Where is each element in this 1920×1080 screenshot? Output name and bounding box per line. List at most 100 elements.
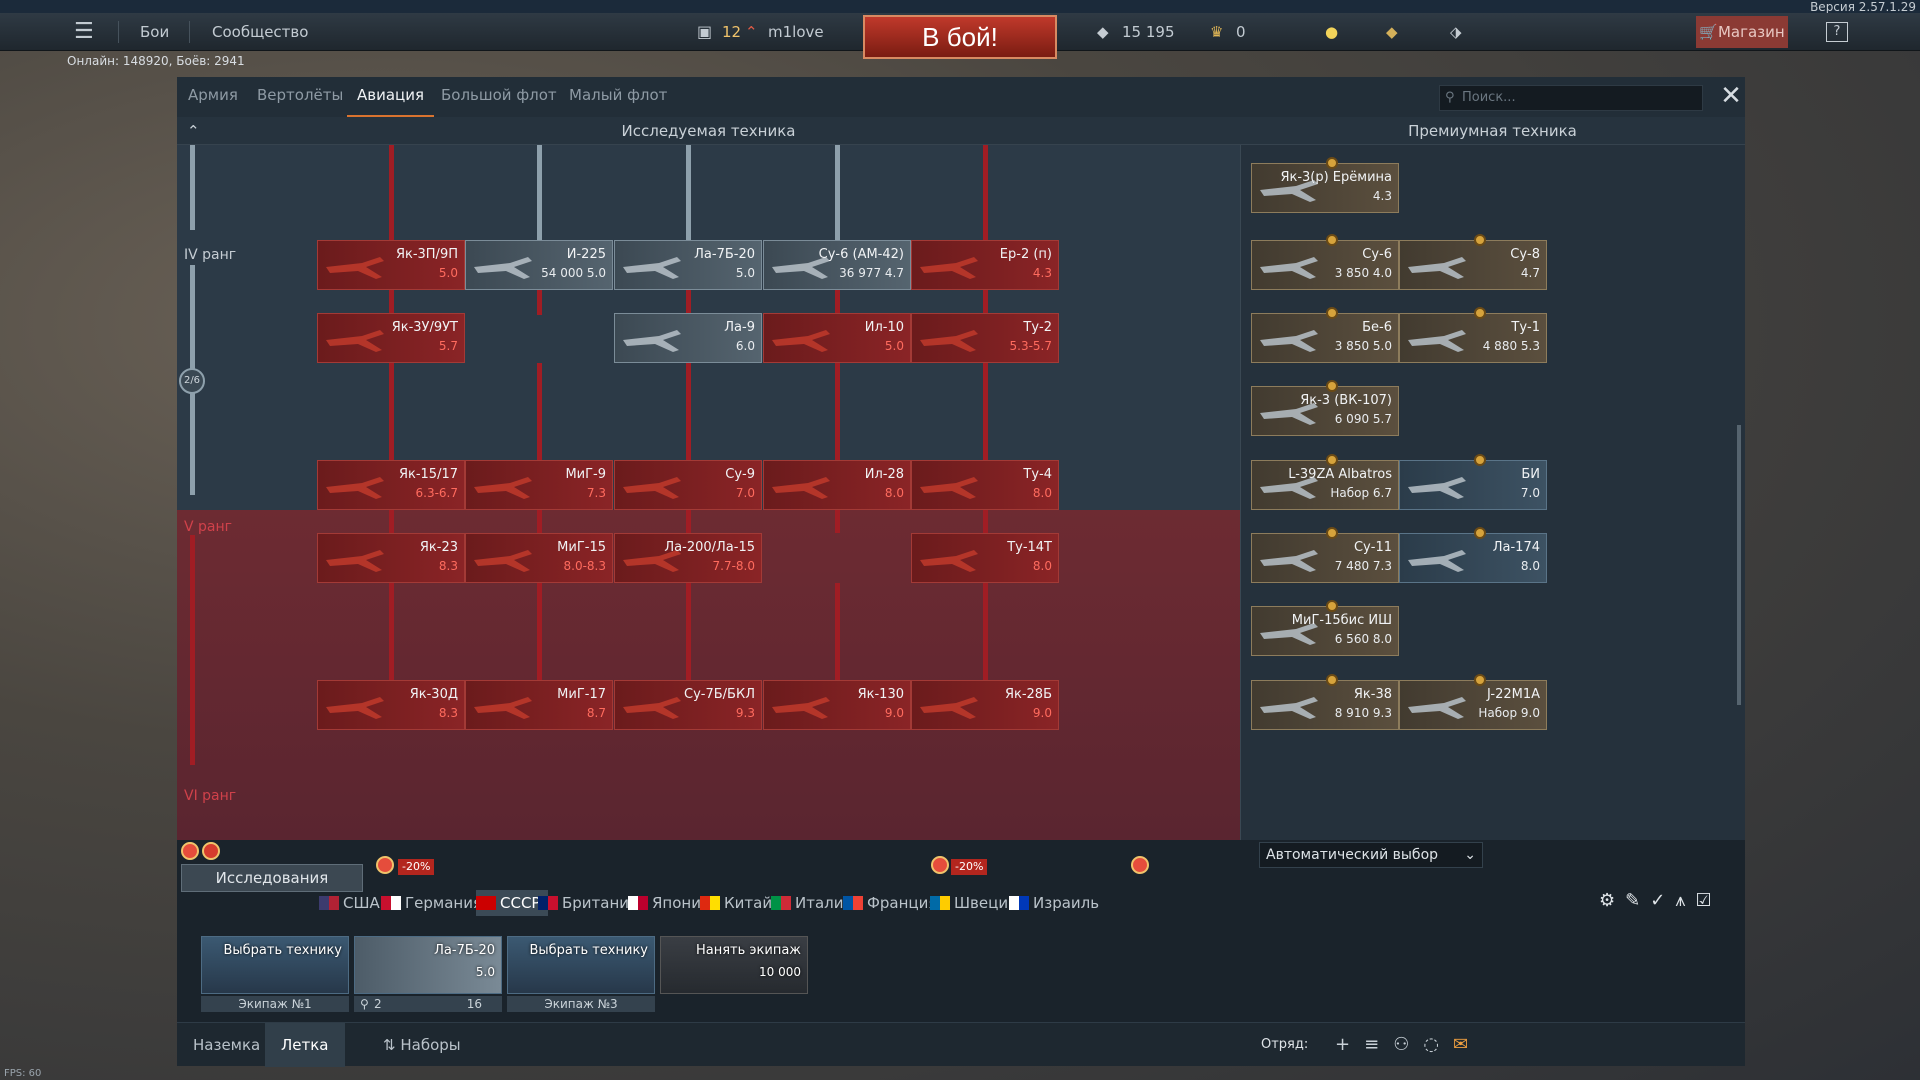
search-input[interactable]: ⚲ Поиск... [1439, 85, 1703, 111]
battle-rating: 5.0 [475, 965, 495, 979]
nation-tab[interactable]: Япония [628, 890, 710, 916]
nation-tab[interactable]: Швеция [930, 890, 1017, 916]
auto-select-dropdown[interactable]: Автоматический выбор ⌄ [1259, 842, 1483, 868]
premium-diamond-icon[interactable]: ◆ [1386, 13, 1398, 51]
premium-vehicle-card[interactable]: Як-38 8 910 9.3 [1251, 674, 1399, 730]
vehicle-name: Ту-4 [1023, 467, 1052, 482]
scrollbar[interactable] [1737, 425, 1741, 705]
vehicle-card[interactable]: Як-30Д 8.3 [317, 680, 465, 730]
crew-slot[interactable]: Выбрать технику Экипаж №3 [507, 936, 655, 1012]
vehicle-card[interactable]: Ла-200/Ла-15 7.7-8.0 [614, 533, 762, 583]
double-check-icon[interactable]: ⩚ [1675, 890, 1695, 911]
premium-vehicle-card[interactable]: Як-3(р) Ерёмина 4.3 [1251, 157, 1399, 213]
filter-icons[interactable]: ⚙✎✓⩚☑ [1599, 890, 1722, 911]
vehicle-card[interactable]: Су-9 7.0 [614, 460, 762, 510]
vehicle-card[interactable]: Як-23 8.3 [317, 533, 465, 583]
vehicle-card[interactable]: МиГ-17 8.7 [465, 680, 613, 730]
tab-presets[interactable]: ⇅ Наборы [367, 1023, 477, 1067]
nation-tab[interactable]: Германия [381, 890, 482, 916]
help-icon[interactable]: ? [1826, 22, 1848, 42]
lightbulb-icon[interactable]: ● [1325, 13, 1338, 51]
vehicle-card[interactable]: МиГ-9 7.3 [465, 460, 613, 510]
premium-vehicle-card[interactable]: Ту-1 4 880 5.3 [1399, 307, 1547, 363]
vehicle-card[interactable]: Як-28Б 9.0 [911, 680, 1059, 730]
aircraft-icon [322, 467, 388, 505]
vehicle-card[interactable]: И-225 54 000 5.0 [465, 240, 613, 290]
shop-button[interactable]: 🛒Магазин [1696, 16, 1788, 48]
vehicle-card[interactable]: Як-3П/9П 5.0 [317, 240, 465, 290]
premium-vehicle-card[interactable]: Су-11 7 480 7.3 [1251, 527, 1399, 583]
tab-bluewater-fleet[interactable]: Большой флот [441, 77, 557, 117]
premium-vehicle-card[interactable]: Бе-6 3 850 5.0 [1251, 307, 1399, 363]
crew-slot[interactable]: Выбрать технику Экипаж №1 [201, 936, 349, 1012]
vehicle-card[interactable]: Су-6 (АМ-42) 36 977 4.7 [763, 240, 911, 290]
mail-icon[interactable]: ✉ [1453, 1034, 1482, 1055]
vehicle-card[interactable]: Ту-4 8.0 [911, 460, 1059, 510]
crew-slot-selected[interactable]: Ла-7Б-20 5.0 ⚲ 2 16 [354, 936, 502, 1012]
vehicle-card[interactable]: Як-3У/9УТ 5.7 [317, 313, 465, 363]
tree-connector-line [835, 583, 840, 680]
chat-icon[interactable]: ◌ [1423, 1034, 1453, 1055]
collapse-icon[interactable]: ⌃ [187, 117, 200, 145]
premium-vehicle-card[interactable]: L-39ZA Albatros Набор 6.7 [1251, 454, 1399, 510]
gold-balance[interactable]: 0 [1236, 13, 1246, 51]
nation-tab[interactable]: США [319, 890, 380, 916]
vehicle-name: Ла-7Б-20 [694, 247, 755, 262]
nation-tab[interactable]: Британия [538, 890, 638, 916]
premium-vehicle-card[interactable]: Су-8 4.7 [1399, 234, 1547, 290]
tab-air[interactable]: Летка [265, 1023, 345, 1067]
vehicle-card[interactable]: Ту-2 5.3-5.7 [911, 313, 1059, 363]
tab-aviation[interactable]: Авиация [347, 77, 435, 117]
hamburger-icon[interactable]: ☰ [74, 13, 94, 51]
vehicle-card[interactable]: Су-7Б/БКЛ 9.3 [614, 680, 762, 730]
list-icon[interactable]: ≡ [1364, 1034, 1393, 1055]
battle-rating: 7.7-8.0 [712, 559, 756, 573]
vehicle-card[interactable]: Ер-2 (п) 4.3 [911, 240, 1059, 290]
research-button[interactable]: Исследования [181, 864, 363, 892]
avatar[interactable]: ▣ [697, 13, 719, 51]
battles-menu[interactable]: Бои [140, 13, 169, 51]
check-icon[interactable]: ✓ [1650, 890, 1675, 911]
tree-connector-line [835, 363, 840, 460]
nation-tab[interactable]: Италия [771, 890, 853, 916]
vehicle-name: Су-6 (АМ-42) [818, 247, 904, 262]
friends-icon[interactable]: ⚇ [1393, 1034, 1423, 1055]
vehicle-card[interactable]: Ла-9 6.0 [614, 313, 762, 363]
vehicle-card[interactable]: Ил-10 5.0 [763, 313, 911, 363]
vehicle-card[interactable]: Ла-7Б-20 5.0 [614, 240, 762, 290]
premium-vehicle-card[interactable]: Як-3 (ВК-107) 6 090 5.7 [1251, 380, 1399, 436]
to-battle-button[interactable]: В бой! [863, 15, 1057, 59]
close-icon[interactable]: ✕ [1718, 83, 1744, 109]
premium-vehicle-card[interactable]: J-22M1A Набор 9.0 [1399, 674, 1547, 730]
community-menu[interactable]: Сообщество [212, 13, 308, 51]
tab-helicopters[interactable]: Вертолёты [257, 77, 343, 117]
vehicle-card[interactable]: Як-130 9.0 [763, 680, 911, 730]
search-placeholder: Поиск... [1462, 90, 1516, 105]
rank-iv-label[interactable]: IV ранг [184, 247, 236, 263]
coupon-icon[interactable]: ⬗ [1450, 13, 1462, 51]
nation-tab[interactable]: Франция [843, 890, 937, 916]
premium-vehicle-card[interactable]: МиГ-15бис ИШ 6 560 8.0 [1251, 600, 1399, 656]
premium-vehicle-card[interactable]: Су-6 3 850 4.0 [1251, 234, 1399, 290]
tab-coastal-fleet[interactable]: Малый флот [569, 77, 667, 117]
rank-vi-label[interactable]: VI ранг [184, 788, 236, 804]
vehicle-card[interactable]: МиГ-15 8.0-8.3 [465, 533, 613, 583]
vehicle-card[interactable]: Як-15/17 6.3-6.7 [317, 460, 465, 510]
wrench-icon[interactable]: ✎ [1625, 890, 1650, 911]
checkbox-icon[interactable]: ☑ [1695, 890, 1721, 911]
hire-crew-slot[interactable]: Нанять экипаж 10 000 [660, 936, 808, 1012]
premium-vehicle-card[interactable]: Ла-174 8.0 [1399, 527, 1547, 583]
silver-balance[interactable]: 15 195 [1122, 13, 1175, 51]
vehicle-card[interactable]: Ил-28 8.0 [763, 460, 911, 510]
premium-vehicle-card[interactable]: БИ 7.0 [1399, 454, 1547, 510]
gear-icon[interactable]: ⚙ [1599, 890, 1625, 911]
plus-icon[interactable]: + [1335, 1034, 1364, 1055]
nation-tab[interactable]: Китай [700, 890, 772, 916]
vehicle-card[interactable]: Ту-14Т 8.0 [911, 533, 1059, 583]
nation-tab[interactable]: Израиль [1009, 890, 1099, 916]
tab-army[interactable]: Армия [188, 77, 238, 117]
player-name[interactable]: m1love [768, 13, 824, 51]
tab-ground[interactable]: Наземка [177, 1023, 276, 1067]
flag-icon [1009, 896, 1029, 910]
rank-v-label[interactable]: V ранг [184, 519, 232, 535]
